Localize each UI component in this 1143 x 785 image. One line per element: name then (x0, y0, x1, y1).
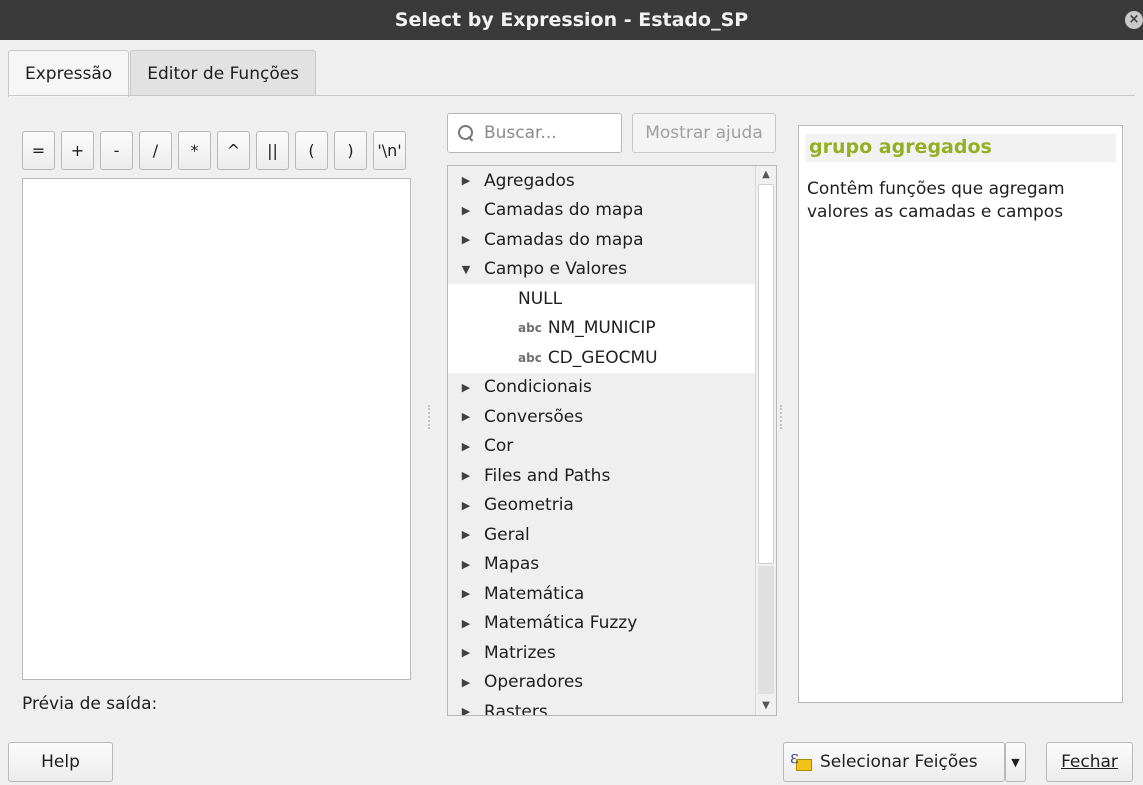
scroll-thumb[interactable] (758, 184, 774, 564)
search-input[interactable]: Buscar... (447, 113, 622, 153)
tree-item-label: Matemática Fuzzy (484, 613, 638, 634)
tree-group-item[interactable]: ▶ Agregados (448, 166, 756, 196)
tree-item-label: Campo e Valores (484, 259, 628, 280)
splitter-handle-left[interactable] (428, 405, 430, 429)
collapsed-arrow-icon[interactable]: ▶ (448, 528, 484, 541)
help-panel: grupo agregados Contêm funções que agreg… (798, 125, 1123, 703)
tree-item-label: Camadas do mapa (484, 229, 644, 250)
search-icon (458, 125, 474, 141)
search-placeholder: Buscar... (484, 123, 557, 143)
tree-item-label: Geometria (484, 495, 574, 516)
scroll-track[interactable] (758, 566, 774, 694)
tree-item-label: Camadas do mapa (484, 200, 644, 221)
text-field-icon: abc (518, 350, 542, 365)
select-features-label: Selecionar Feições (820, 752, 978, 772)
collapsed-arrow-icon[interactable]: ▶ (448, 558, 484, 571)
tree-item-label: Agregados (484, 170, 575, 191)
splitter-handle-right[interactable] (780, 405, 782, 429)
tree-item-label: Geral (484, 524, 530, 545)
tree-item-label: Condicionais (484, 377, 592, 398)
collapsed-arrow-icon[interactable]: ▶ (448, 204, 484, 217)
operator-open-paren-button[interactable]: ( (295, 131, 328, 170)
tree-group-item[interactable]: ▶ Matrizes (448, 638, 756, 668)
collapsed-arrow-icon[interactable]: ▶ (448, 617, 484, 630)
output-preview-label: Prévia de saída: (22, 694, 158, 714)
tree-group-item[interactable]: ▶ Rasters (448, 697, 756, 716)
tree-group-item[interactable]: ▶ Matemática (448, 579, 756, 609)
collapsed-arrow-icon[interactable]: ▶ (448, 174, 484, 187)
tree-group-item[interactable]: ▶ Operadores (448, 667, 756, 697)
tab-bar: Expressão Editor de Funções (8, 50, 317, 97)
tab-expression[interactable]: Expressão (8, 50, 130, 97)
operator-multiply-button[interactable]: * (178, 131, 211, 170)
tree-item-label: Files and Paths (484, 465, 611, 486)
tree-group-item[interactable]: ▶ Condicionais (448, 372, 756, 402)
operator-power-button[interactable]: ^ (217, 131, 250, 170)
operator-plus-button[interactable]: + (61, 131, 94, 170)
tree-scrollbar[interactable]: ▲ ▼ (755, 166, 776, 715)
close-button[interactable]: Fechar (1046, 742, 1133, 782)
function-tree: ▶ Agregados ▶ Camadas do mapa ▶ Camadas do ma… (447, 165, 777, 716)
tree-item-label: Matrizes (484, 642, 556, 663)
tree-group-item[interactable]: ▶ Camadas do mapa (448, 195, 756, 225)
collapsed-arrow-icon[interactable]: ▶ (448, 440, 484, 453)
operator-divide-button[interactable]: / (139, 131, 172, 170)
expression-editor[interactable] (22, 178, 411, 680)
show-help-button[interactable]: Mostrar ajuda (632, 113, 776, 153)
operator-equals-button[interactable]: = (22, 131, 55, 170)
operator-toolbar: = + - / * ^ || ( ) '\n' (22, 131, 406, 170)
tree-item-label: Mapas (484, 554, 540, 575)
expanded-arrow-icon[interactable]: ▼ (448, 263, 484, 276)
tree-item-label: NM_MUNICIP (547, 318, 656, 339)
tab-divider (8, 95, 1135, 96)
collapsed-arrow-icon[interactable]: ▶ (448, 676, 484, 689)
window-title: Select by Expression - Estado_SP (394, 9, 749, 31)
help-description: Contêm funções que agregam valores as ca… (807, 179, 1065, 222)
function-tree-list: ▶ Agregados ▶ Camadas do mapa ▶ Camadas do ma… (448, 166, 756, 716)
select-features-button[interactable]: ε Selecionar Feições (783, 742, 1005, 782)
tree-group-item[interactable]: ▶ Cor (448, 431, 756, 461)
tree-item-label: CD_GEOCMU (547, 347, 658, 368)
select-features-menu-button[interactable]: ▼ (1005, 742, 1026, 782)
collapsed-arrow-icon[interactable]: ▶ (448, 499, 484, 512)
operator-newline-button[interactable]: '\n' (373, 131, 406, 170)
tree-group-item[interactable]: ▶ Geral (448, 520, 756, 550)
tree-group-item[interactable]: ▶ Geometria (448, 490, 756, 520)
collapsed-arrow-icon[interactable]: ▶ (448, 381, 484, 394)
tree-value-item[interactable]: NULL (448, 284, 756, 314)
collapsed-arrow-icon[interactable]: ▶ (448, 233, 484, 246)
expression-select-icon: ε (790, 748, 812, 773)
collapsed-arrow-icon[interactable]: ▶ (448, 646, 484, 659)
title-bar: Select by Expression - Estado_SP × (0, 0, 1143, 40)
scroll-down-icon[interactable]: ▼ (756, 697, 776, 715)
operator-minus-button[interactable]: - (100, 131, 133, 170)
collapsed-arrow-icon[interactable]: ▶ (448, 587, 484, 600)
operator-close-paren-button[interactable]: ) (334, 131, 367, 170)
help-button[interactable]: Help (8, 742, 113, 782)
tree-item-label: NULL (518, 288, 563, 309)
collapsed-arrow-icon[interactable]: ▶ (448, 469, 484, 482)
close-icon[interactable]: × (1125, 11, 1143, 29)
tree-field-item[interactable]: abc CD_GEOCMU (448, 343, 756, 373)
tree-item-label: Rasters (484, 701, 548, 716)
tree-group-item[interactable]: ▶ Mapas (448, 549, 756, 579)
tree-group-item[interactable]: ▶ Camadas do mapa (448, 225, 756, 255)
tree-group-item[interactable]: ▼ Campo e Valores (448, 254, 756, 284)
tree-item-label: Matemática (484, 583, 585, 604)
tree-item-label: Conversões (484, 406, 584, 427)
dropdown-arrow-icon: ▼ (1011, 755, 1020, 769)
collapsed-arrow-icon[interactable]: ▶ (448, 705, 484, 715)
tree-group-item[interactable]: ▶ Matemática Fuzzy (448, 608, 756, 638)
tree-item-label: Cor (484, 436, 514, 457)
text-field-icon: abc (518, 321, 542, 336)
scroll-up-icon[interactable]: ▲ (756, 166, 776, 184)
tree-item-label: Operadores (484, 672, 584, 693)
help-title: grupo agregados (805, 134, 1116, 162)
tree-field-item[interactable]: abc NM_MUNICIP (448, 313, 756, 343)
tree-group-item[interactable]: ▶ Files and Paths (448, 461, 756, 491)
tree-group-item[interactable]: ▶ Conversões (448, 402, 756, 432)
operator-concat-button[interactable]: || (256, 131, 289, 170)
tab-function-editor[interactable]: Editor de Funções (130, 50, 317, 96)
collapsed-arrow-icon[interactable]: ▶ (448, 410, 484, 423)
